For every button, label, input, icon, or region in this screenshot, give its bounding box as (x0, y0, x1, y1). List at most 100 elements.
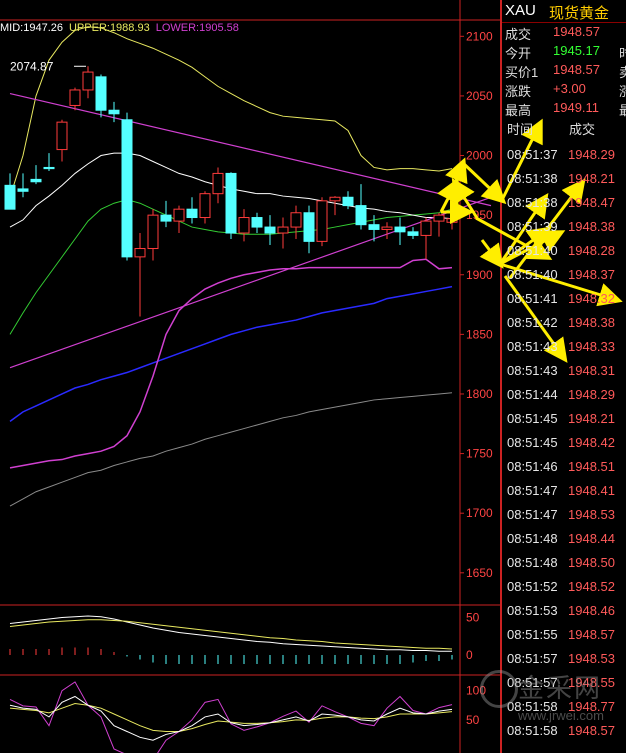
candle-body (212, 172, 224, 195)
tick-price: 1948.32 (568, 291, 615, 306)
kdj-k-line (9, 695, 453, 741)
lower-band-line (9, 258, 453, 469)
tick-price: 1948.46 (568, 603, 615, 618)
tick-row: 08:51:42 1948.38 (505, 311, 625, 335)
tick-price: 1948.28 (568, 243, 615, 258)
tick-price: 1948.31 (568, 363, 615, 378)
lower-label: LOWER:1905.58 (155, 22, 239, 34)
candle-body (121, 119, 133, 258)
tick-row: 08:51:55 1948.57 (505, 623, 625, 647)
tick-row: 08:51:45 1948.42 (505, 431, 625, 455)
tick-header: 时间 成交 (503, 116, 625, 138)
quote-value: 1948.57 (553, 24, 600, 39)
tick-price: 1948.44 (568, 531, 615, 546)
macd-tick-label: 0 (466, 648, 473, 662)
tick-time: 08:51:47 (507, 483, 558, 498)
price-tick-label: 2000 (466, 149, 493, 163)
candle-body (4, 184, 16, 210)
quote-label: 成交 (505, 27, 532, 42)
quote-value: +3.00 (553, 81, 586, 96)
tick-price-header: 成交 (569, 122, 596, 137)
price-tick-label: 1900 (466, 268, 493, 282)
tick-price: 1948.42 (568, 435, 615, 450)
quote-value: 1945.17 (553, 43, 600, 58)
quote-row: 涨跌 +3.00 涨 (503, 80, 626, 99)
quote-label: 今开 (505, 46, 532, 61)
tick-price: 1948.38 (568, 315, 615, 330)
tick-row: 08:51:40 1948.37 (505, 263, 625, 287)
ma-blue-line (9, 285, 453, 423)
tick-time: 08:51:43 (507, 363, 558, 378)
tick-price: 1948.53 (568, 507, 615, 522)
tick-time: 08:51:37 (507, 147, 558, 162)
candle-body (329, 196, 341, 202)
candle-body (342, 196, 354, 207)
tick-price: 1948.50 (568, 555, 615, 570)
quote-value: 1948.57 (553, 62, 600, 77)
quote-row: 今开 1945.17 时 (503, 42, 626, 61)
tick-row: 08:51:43 1948.33 (505, 335, 625, 359)
tick-price: 1948.29 (568, 147, 615, 162)
watermark-url: www.jrwei.com (518, 708, 604, 723)
tick-time-header: 时间 (507, 122, 534, 137)
tick-row: 08:51:53 1948.46 (505, 599, 625, 623)
tick-row: 08:51:48 1948.44 (505, 527, 625, 551)
price-tick-label: 1700 (466, 506, 493, 520)
candle-body (147, 214, 159, 250)
tick-row: 08:51:44 1948.29 (505, 383, 625, 407)
mid-label: MID:1947.26 (0, 22, 63, 34)
candle-body (303, 212, 315, 242)
watermark: 金采网 www.jrwei.com (476, 664, 626, 724)
tick-row: 08:51:46 1948.51 (505, 455, 625, 479)
candle-body (69, 89, 81, 106)
quote-header: XAU 现货黄金 (502, 0, 626, 23)
tick-price: 1948.21 (568, 411, 615, 426)
candle-body (17, 188, 29, 192)
tick-row: 08:51:45 1948.21 (505, 407, 625, 431)
tick-price: 1948.29 (568, 387, 615, 402)
watermark-logo-icon (480, 670, 518, 708)
tick-price: 1948.38 (568, 219, 615, 234)
tick-time: 08:51:40 (507, 243, 558, 258)
candle-body (173, 208, 185, 222)
tick-price: 1948.57 (568, 627, 615, 642)
candle-body (108, 109, 120, 115)
upper-label: UPPER:1988.93 (68, 22, 150, 34)
kdj-d-line (9, 702, 453, 732)
tick-time: 08:51:40 (507, 267, 558, 282)
quote-label: 涨跌 (505, 84, 532, 99)
macd-tick-label: 50 (466, 611, 480, 625)
yellow-arrow (445, 157, 468, 185)
tick-price: 1948.47 (568, 195, 615, 210)
tick-time: 08:51:55 (507, 627, 558, 642)
tick-price: 1948.33 (568, 339, 615, 354)
tick-time: 08:51:46 (507, 459, 558, 474)
candle-body (30, 178, 42, 183)
quote-label-secondary: 卖 (619, 65, 626, 80)
price-tick-label: 1750 (466, 447, 493, 461)
price-tick-label: 1800 (466, 387, 493, 401)
tick-time: 08:51:45 (507, 411, 558, 426)
instrument-name: 现货黄金 (549, 5, 610, 22)
tick-time: 08:51:39 (507, 219, 558, 234)
tick-row: 08:51:41 1948.32 (505, 287, 625, 311)
candle-body (43, 166, 55, 170)
price-tick-label: 2100 (466, 29, 493, 43)
yellow-arrow (461, 161, 507, 205)
price-tick-label: 2050 (466, 89, 493, 103)
candle-body (56, 121, 68, 151)
tick-time: 08:51:38 (507, 171, 558, 186)
tick-row: 08:51:52 1948.52 (505, 575, 625, 599)
candle-body (238, 217, 250, 234)
quote-value: 1949.11 (553, 100, 600, 115)
tick-time: 08:51:58 (507, 723, 558, 738)
tick-time: 08:51:52 (507, 579, 558, 594)
candle-body (225, 172, 237, 234)
tick-row: 08:51:43 1948.31 (505, 359, 625, 383)
candle-body (394, 226, 406, 233)
watermark-text: 金采网 (518, 673, 603, 703)
tick-row: 08:51:37 1948.29 (505, 143, 625, 167)
tick-price: 1948.41 (568, 483, 615, 498)
bollinger-legend: MID:1947.26 UPPER:1988.93 LOWER:1905.58 (0, 22, 245, 34)
tick-price: 1948.57 (568, 723, 615, 738)
